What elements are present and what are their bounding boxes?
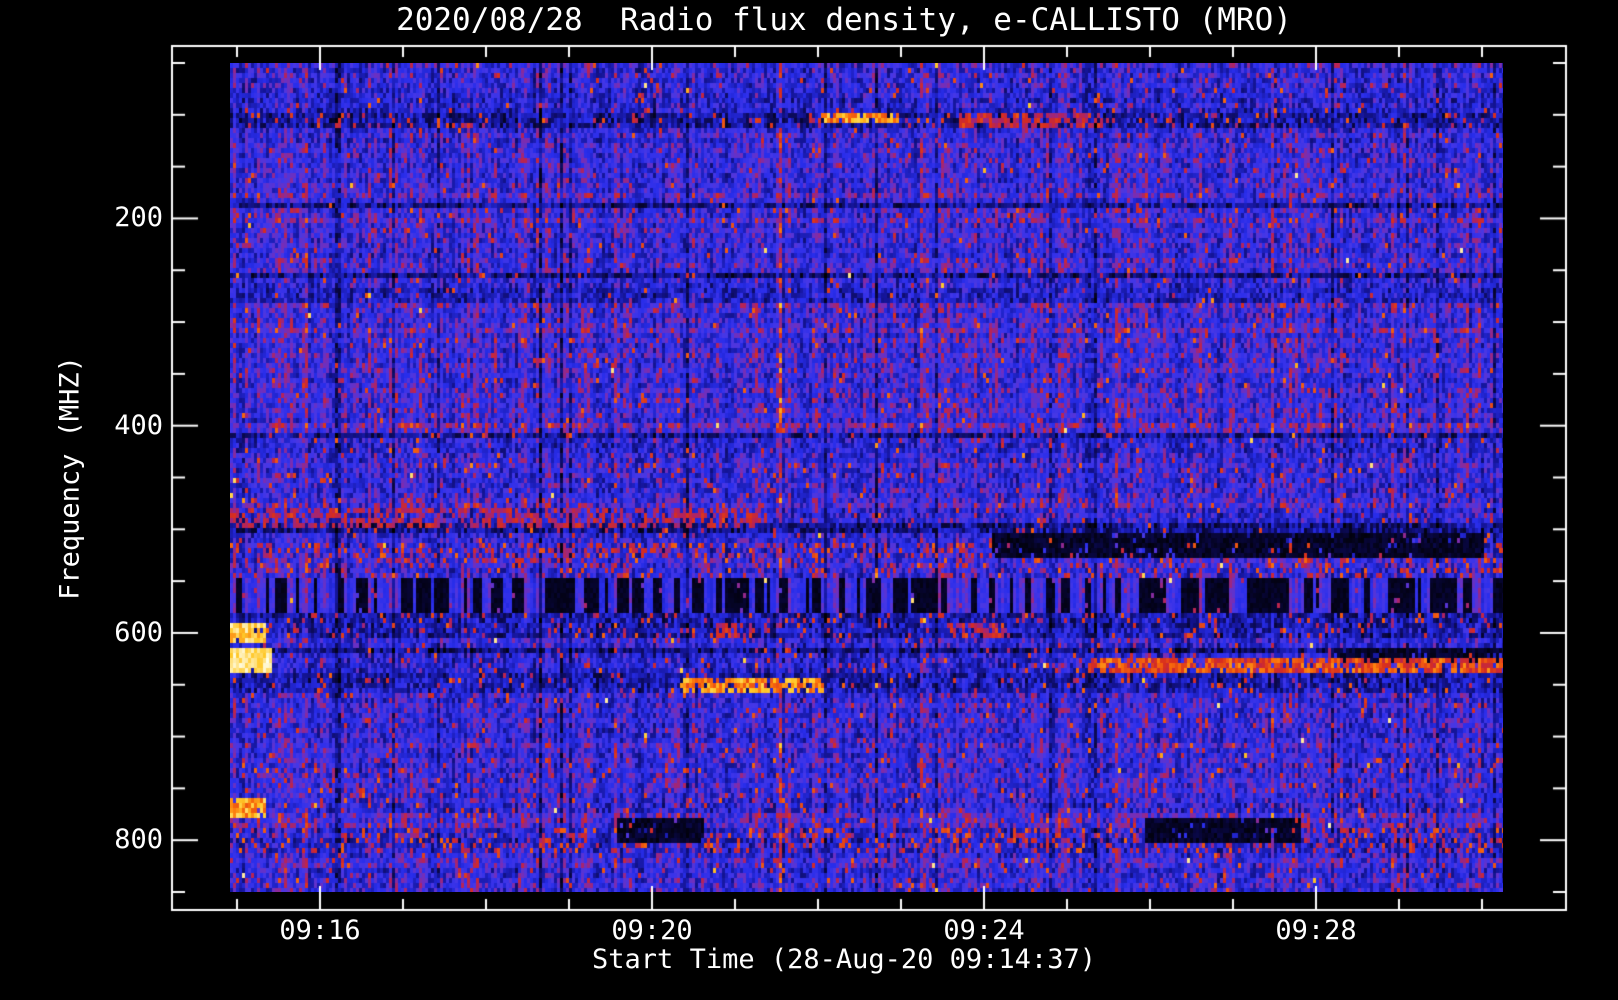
x-tick-label: 09:24 [943, 915, 1025, 946]
x-tick-label: 09:20 [611, 915, 693, 946]
y-tick-label: 800 [114, 824, 163, 856]
x-tick-label: 09:16 [279, 915, 361, 946]
x-tick-label: 09:28 [1275, 915, 1357, 946]
axes-frame [0, 0, 1618, 1000]
spectrogram-page: 2020/08/28 Radio flux density, e-CALLIST… [0, 0, 1618, 1000]
x-axis-label: Start Time (28-Aug-20 09:14:37) [592, 944, 1096, 975]
y-tick-label: 600 [114, 616, 163, 648]
y-tick-label: 200 [114, 202, 163, 234]
y-axis-label: Frequency (MHZ) [54, 356, 86, 600]
y-tick-label: 400 [114, 409, 163, 441]
